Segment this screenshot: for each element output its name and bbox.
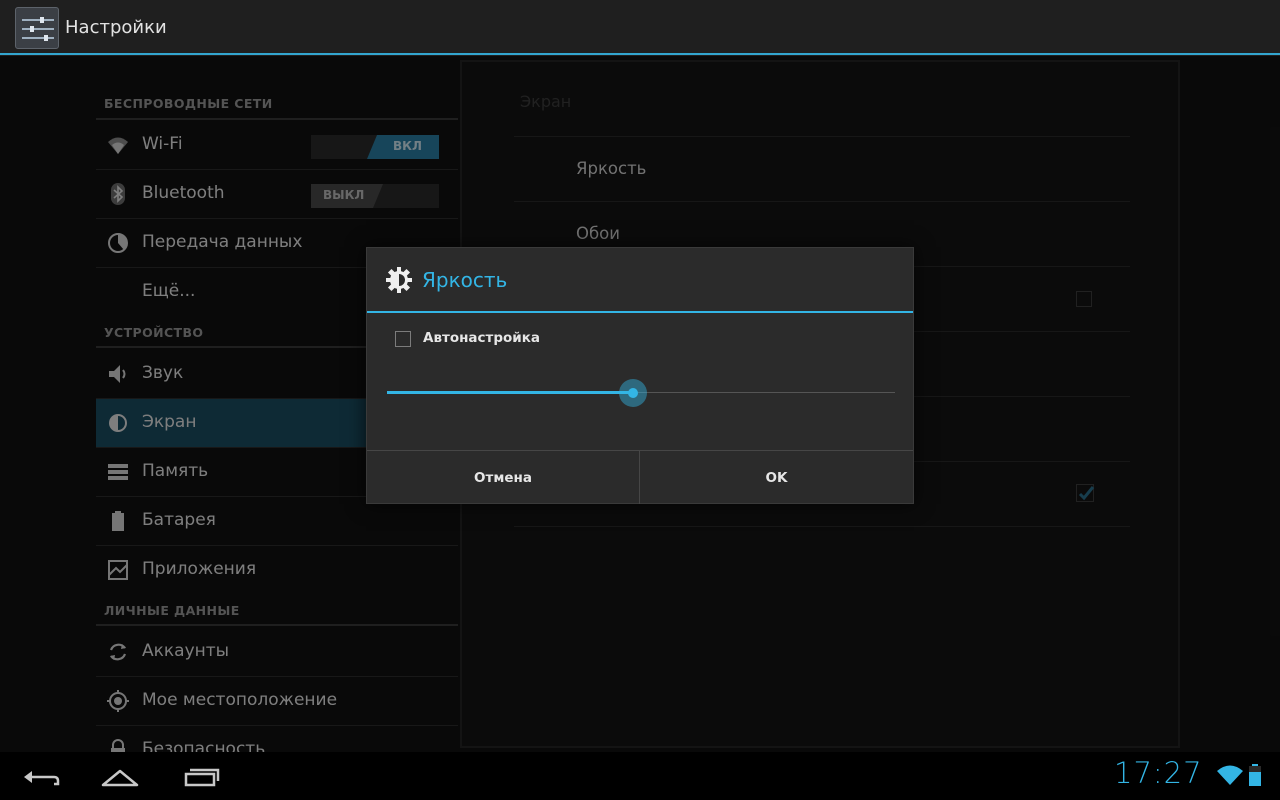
home-icon[interactable] (96, 762, 144, 792)
ok-button[interactable]: OK (640, 451, 913, 504)
dialog-title-divider (367, 311, 913, 313)
status-clock[interactable]: 17:27 (1114, 756, 1203, 790)
page-title: Настройки (65, 17, 167, 38)
recent-apps-icon[interactable] (176, 762, 224, 792)
brightness-slider-thumb[interactable] (619, 379, 648, 407)
wifi-signal-icon (1216, 764, 1244, 790)
auto-brightness-label[interactable]: Автонастройка (423, 330, 540, 346)
dialog-button-bar: Отмена OK (367, 450, 913, 504)
dialog-header: Яркость (367, 248, 913, 313)
battery-status-icon (1248, 764, 1262, 790)
brightness-dialog: Яркость Автонастройка Отмена OK (366, 247, 914, 504)
dialog-title: Яркость (422, 268, 508, 292)
auto-brightness-checkbox[interactable] (395, 331, 411, 347)
brightness-icon (386, 267, 412, 293)
action-bar: Настройки (0, 0, 1280, 56)
settings-sliders-icon[interactable] (15, 7, 59, 49)
back-icon[interactable] (18, 762, 66, 792)
brightness-slider-fill (387, 391, 634, 394)
system-nav-bar: 17:27 (0, 752, 1280, 800)
cancel-button[interactable]: Отмена (367, 451, 640, 504)
actionbar-divider (0, 53, 1280, 55)
